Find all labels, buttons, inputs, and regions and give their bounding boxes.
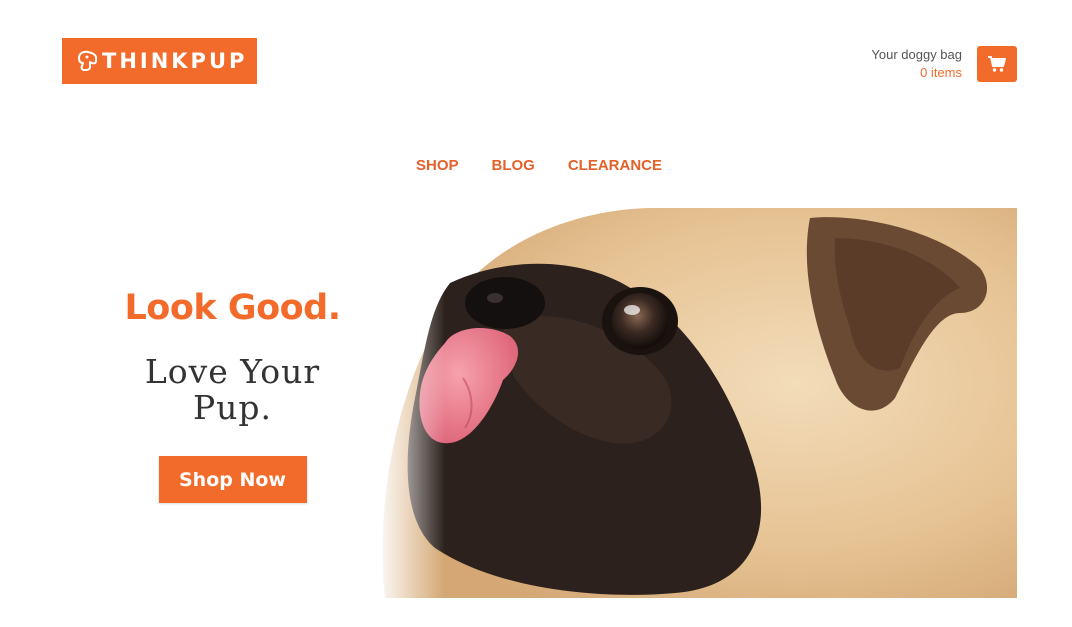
cart-item-count[interactable]: 0 items xyxy=(871,64,962,82)
hero-headline: Look Good. xyxy=(124,288,341,328)
cart-summary[interactable]: Your doggy bag 0 items xyxy=(871,46,962,82)
dog-head-icon xyxy=(74,48,100,74)
main-nav: SHOP BLOG CLEARANCE xyxy=(0,157,1072,174)
nav-item-shop[interactable]: SHOP xyxy=(416,157,459,174)
shop-now-button[interactable]: Shop Now xyxy=(158,456,307,503)
brand-name: THINKPUP xyxy=(102,49,248,73)
hero-subline: Love Your Pup. xyxy=(144,352,321,427)
hero-banner: Look Good. Love Your Pup. Shop Now xyxy=(55,208,1017,598)
cart-button[interactable] xyxy=(977,46,1017,82)
hero-copy: Look Good. Love Your Pup. Shop Now xyxy=(110,288,355,503)
shopping-cart-icon xyxy=(987,55,1007,73)
brand-logo[interactable]: THINKPUP xyxy=(62,38,257,84)
cart-title: Your doggy bag xyxy=(871,47,962,62)
page: THINKPUP Your doggy bag 0 items SHOP BLO… xyxy=(0,0,1072,627)
nav-item-clearance[interactable]: CLEARANCE xyxy=(568,157,662,174)
nav-item-blog[interactable]: BLOG xyxy=(492,157,535,174)
